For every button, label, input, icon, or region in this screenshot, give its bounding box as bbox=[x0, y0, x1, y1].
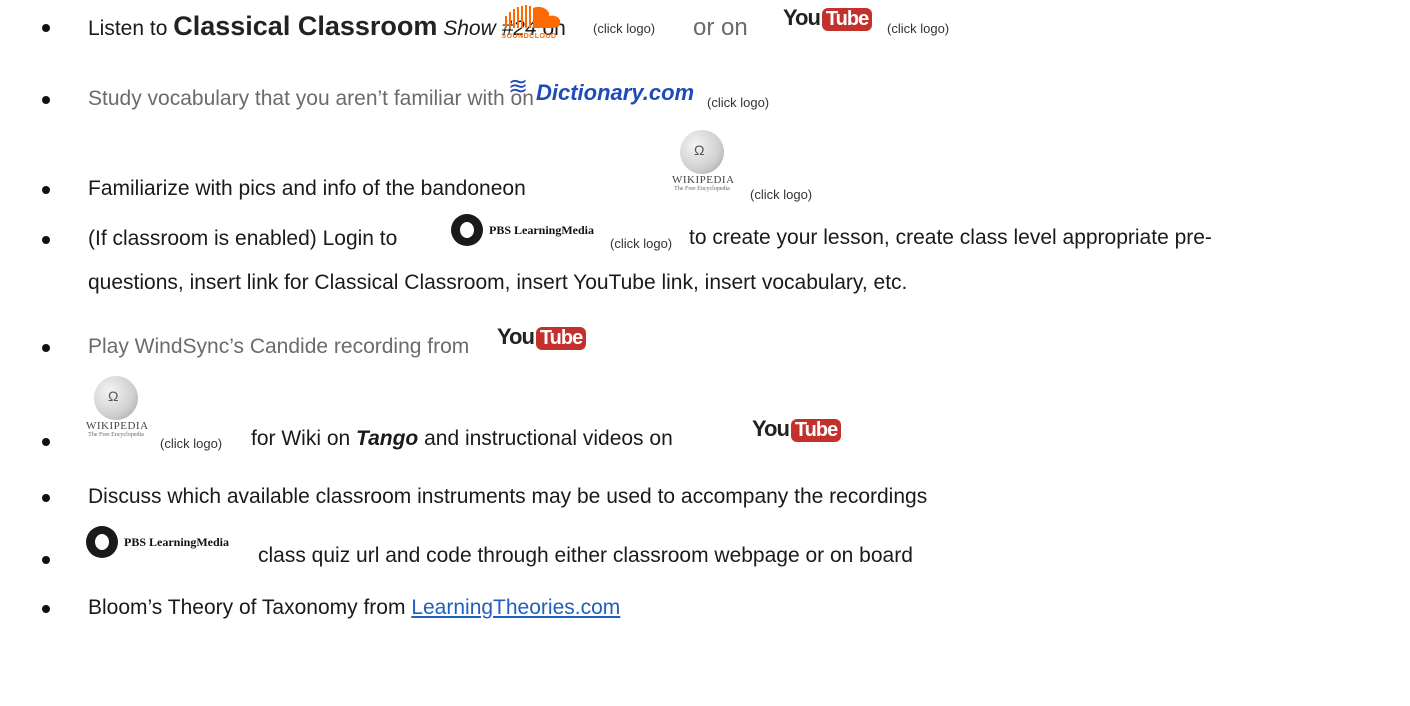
bullet bbox=[42, 186, 50, 194]
quiz-text: class quiz url and code through either c… bbox=[258, 544, 913, 567]
or-on-text: or on bbox=[693, 14, 748, 41]
bandoneon-text: Familiarize with pics and info of the ba… bbox=[88, 177, 526, 200]
login-rest-text: to create your lesson, create class leve… bbox=[689, 226, 1212, 249]
soundcloud-logo[interactable]: SOUNDCLOUD bbox=[493, 4, 565, 42]
learningtheories-link[interactable]: LearningTheories.com bbox=[411, 596, 620, 619]
click-logo-hint: (click logo) bbox=[160, 436, 223, 451]
show-name: Classical Classroom bbox=[173, 11, 438, 41]
pbs-learningmedia-logo[interactable]: PBS LearningMedia bbox=[86, 526, 256, 560]
dictionary-wave-icon: ≋ bbox=[508, 73, 529, 100]
pbs-learningmedia-logo[interactable]: PBS LearningMedia bbox=[451, 214, 611, 248]
click-logo-hint: (click logo) bbox=[707, 95, 770, 110]
youtube-logo[interactable]: You Tube bbox=[497, 324, 587, 350]
bullet bbox=[42, 344, 50, 352]
tango-term: Tango bbox=[356, 427, 419, 450]
bullet bbox=[42, 236, 50, 244]
pbs-icon bbox=[451, 214, 483, 246]
candide-text: Play WindSync’s Candide recording from bbox=[88, 335, 470, 358]
bloom-text: Bloom’s Theory of Taxonomy from Learning… bbox=[88, 596, 621, 619]
bullet bbox=[42, 494, 50, 502]
dictionary-logo[interactable]: ≋ Dictionary.com bbox=[508, 73, 694, 112]
login-text: (If classroom is enabled) Login to bbox=[88, 227, 398, 250]
instruments-text: Discuss which available classroom instru… bbox=[88, 485, 928, 508]
bullet bbox=[42, 438, 50, 446]
bullet bbox=[42, 556, 50, 564]
wikipedia-globe-icon bbox=[680, 130, 724, 174]
bullet bbox=[42, 24, 50, 32]
soundcloud-icon bbox=[505, 5, 561, 28]
soundcloud-label: SOUNDCLOUD bbox=[501, 33, 557, 40]
click-logo-hint: (click logo) bbox=[887, 21, 950, 36]
bullet bbox=[42, 96, 50, 104]
click-logo-hint: (click logo) bbox=[610, 236, 673, 251]
pbs-icon bbox=[86, 526, 118, 558]
login-line2: questions, insert link for Classical Cla… bbox=[88, 271, 908, 294]
tango-text: for Wiki on Tango and instructional vide… bbox=[251, 427, 673, 450]
click-logo-hint: (click logo) bbox=[750, 187, 813, 202]
wikipedia-globe-icon bbox=[94, 376, 138, 420]
vocabulary-text: Study vocabulary that you aren’t familia… bbox=[88, 87, 534, 110]
youtube-logo[interactable]: You Tube bbox=[783, 5, 873, 31]
bullet bbox=[42, 605, 50, 613]
click-logo-hint: (click logo) bbox=[593, 21, 656, 36]
wikipedia-logo[interactable]: WIKIPEDIA The Free Encyclopedia bbox=[672, 130, 734, 192]
youtube-logo[interactable]: You Tube bbox=[752, 416, 842, 442]
wikipedia-logo[interactable]: WIKIPEDIA The Free Encyclopedia bbox=[86, 376, 148, 438]
